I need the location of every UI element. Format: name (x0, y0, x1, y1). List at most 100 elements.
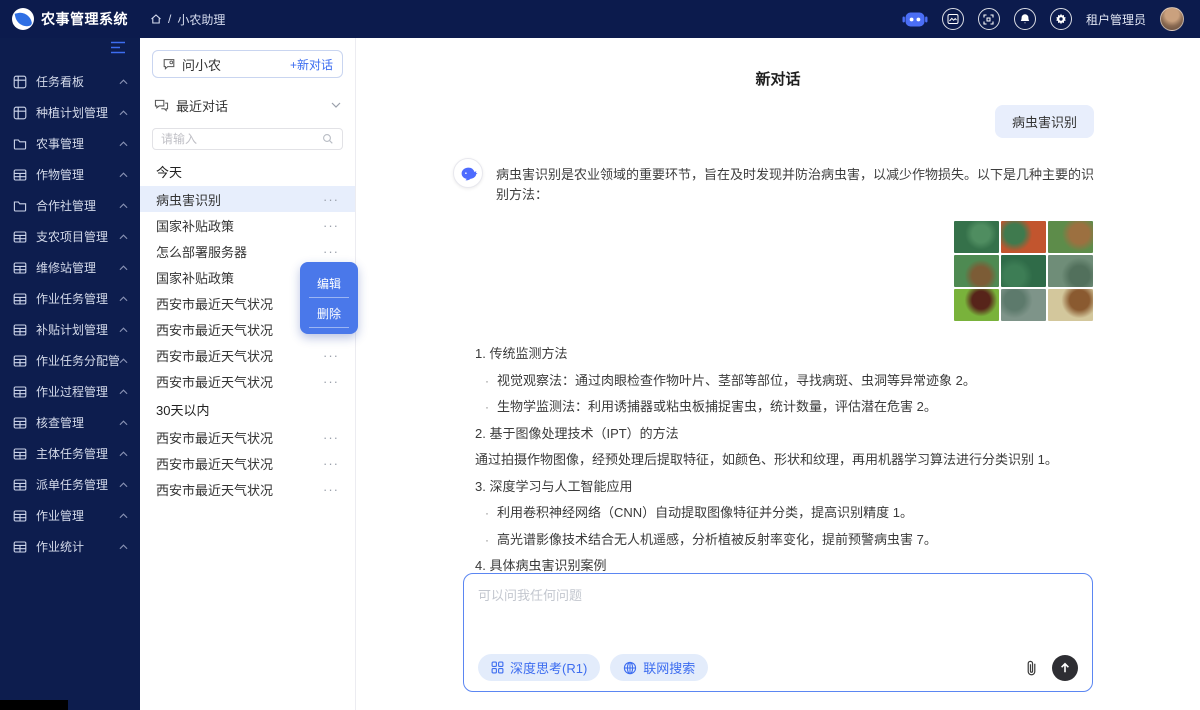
conversations-icon (154, 98, 169, 112)
header-actions: 租户管理员 (902, 7, 1200, 31)
search-input[interactable] (161, 132, 322, 146)
conversation-title-text: 西安市最近天气状况 (156, 346, 323, 365)
robot-icon[interactable] (902, 8, 928, 30)
conversation-item[interactable]: 西安市最近天气状况··· (140, 424, 355, 450)
app-logo: 农事管理系统 (0, 8, 140, 30)
sidebar-item[interactable]: 种植计划管理 (0, 97, 140, 128)
sidebar-item-label: 派单任务管理 (36, 476, 119, 493)
user-message-row: 病虫害识别 (462, 105, 1094, 138)
result-image-cell (1001, 255, 1046, 287)
app-root: 农事管理系统 / 小农助理 (0, 0, 1200, 710)
result-image-cell (1048, 255, 1093, 287)
conversation-item[interactable]: 病虫害识别··· (140, 186, 355, 212)
screenshot-icon[interactable] (942, 8, 964, 30)
more-options-icon[interactable]: ··· (323, 375, 339, 388)
result-image-cell (1048, 289, 1093, 321)
more-options-icon[interactable]: ··· (323, 193, 339, 206)
user-avatar[interactable] (1160, 7, 1184, 31)
sidebar-item[interactable]: 合作社管理 (0, 190, 140, 221)
ask-label: 问小农 (182, 55, 221, 74)
collapse-menu-icon[interactable] (110, 41, 126, 59)
more-options-icon[interactable]: ··· (323, 483, 339, 496)
web-search-toggle[interactable]: 联网搜索 (610, 654, 708, 681)
answer-line: ·视觉观察法：通过肉眼检查作物叶片、茎部等部位，寻找病斑、虫洞等异常迹象 2。 (475, 368, 1094, 395)
recent-conversations-toggle[interactable]: 最近对话 (140, 90, 355, 120)
conversation-title-text: 西安市最近天气状况 (156, 480, 323, 499)
sidebar-item[interactable]: 作业任务分配管理 (0, 345, 140, 376)
conversation-item[interactable]: 西安市最近天气状况··· (140, 342, 355, 368)
table-icon (13, 509, 27, 523)
more-options-icon[interactable]: ··· (323, 349, 339, 362)
conversation-context-menu: 编辑 删除 (300, 262, 358, 334)
conversation-item[interactable]: 国家补贴政策··· (140, 212, 355, 238)
sidebar-item[interactable]: 作业统计 (0, 531, 140, 562)
sidebar-item-label: 任务看板 (36, 73, 119, 90)
table-icon (13, 168, 27, 182)
answer-line: 1. 传统监测方法 (475, 341, 1094, 368)
globe-icon (623, 661, 637, 675)
table-icon (13, 354, 27, 368)
sidebar-item[interactable]: 作物管理 (0, 159, 140, 190)
message-input[interactable] (478, 585, 1078, 645)
new-chat-button[interactable]: +新对话 (290, 56, 333, 73)
answer-line: 通过拍摄作物图像，经预处理后提取特征，如颜色、形状和纹理，再用机器学习算法进行分… (475, 447, 1094, 474)
deep-think-toggle[interactable]: 深度思考(R1) (478, 654, 600, 681)
context-menu-delete[interactable]: 删除 (300, 298, 358, 327)
sidebar-item[interactable]: 主体任务管理 (0, 438, 140, 469)
fullscreen-icon[interactable] (978, 8, 1000, 30)
table-icon (13, 261, 27, 275)
input-actions: 深度思考(R1) 联网搜索 (478, 654, 1078, 681)
user-message-bubble: 病虫害识别 (995, 105, 1094, 138)
board-icon (13, 106, 27, 120)
bottom-strip (0, 700, 68, 710)
more-options-icon[interactable]: ··· (323, 219, 339, 232)
chat-bubble-icon (162, 57, 176, 71)
chevron-up-icon (119, 451, 128, 457)
chevron-up-icon (119, 234, 128, 240)
sidebar-item-label: 合作社管理 (36, 197, 119, 214)
chevron-up-icon (119, 265, 128, 271)
chevron-up-icon (119, 544, 128, 550)
sidebar-item-label: 补贴计划管理 (36, 321, 119, 338)
sidebar-item-label: 种植计划管理 (36, 104, 119, 121)
notification-icon[interactable] (1014, 8, 1036, 30)
conversation-item[interactable]: 西安市最近天气状况··· (140, 476, 355, 502)
top-header: 农事管理系统 / 小农助理 (0, 0, 1200, 38)
more-options-icon[interactable]: ··· (323, 245, 339, 258)
more-options-icon[interactable]: ··· (323, 457, 339, 470)
sidebar-item[interactable]: 作业过程管理 (0, 376, 140, 407)
sidebar-item[interactable]: 任务看板 (0, 66, 140, 97)
sidebar-item[interactable]: 维修站管理 (0, 252, 140, 283)
conversation-title-text: 西安市最近天气状况 (156, 320, 323, 339)
settings-icon[interactable] (1050, 8, 1072, 30)
send-button[interactable] (1052, 655, 1078, 681)
sidebar-item-label: 支农项目管理 (36, 228, 119, 245)
sidebar-item[interactable]: 核查管理 (0, 407, 140, 438)
chevron-up-icon (119, 110, 128, 116)
sidebar-item[interactable]: 作业任务管理 (0, 283, 140, 314)
ask-label-wrap: 问小农 (162, 55, 290, 74)
sidebar-item[interactable]: 派单任务管理 (0, 469, 140, 500)
sidebar-item[interactable]: 农事管理 (0, 128, 140, 159)
search-icon[interactable] (322, 133, 334, 145)
sidebar-item[interactable]: 补贴计划管理 (0, 314, 140, 345)
board-icon (13, 75, 27, 89)
attachment-icon[interactable] (1024, 659, 1039, 677)
sidebar-item[interactable]: 作业管理 (0, 500, 140, 531)
sidebar-item-label: 作业过程管理 (36, 383, 119, 400)
chevron-up-icon (119, 420, 128, 426)
conversation-item[interactable]: 西安市最近天气状况··· (140, 368, 355, 394)
conversation-item[interactable]: 西安市最近天气状况··· (140, 450, 355, 476)
home-icon[interactable] (150, 13, 162, 25)
context-menu-edit[interactable]: 编辑 (300, 268, 358, 297)
sidebar-item[interactable]: 支农项目管理 (0, 221, 140, 252)
conversation-item[interactable]: 怎么部署服务器··· (140, 238, 355, 264)
conversation-title-text: 西安市最近天气状况 (156, 294, 323, 313)
more-options-icon[interactable]: ··· (323, 431, 339, 444)
chevron-up-icon (119, 172, 128, 178)
table-icon (13, 292, 27, 306)
table-icon (13, 540, 27, 554)
result-image-grid[interactable] (496, 221, 1093, 321)
sidebar-item-label: 维修站管理 (36, 259, 119, 276)
table-icon (13, 447, 27, 461)
